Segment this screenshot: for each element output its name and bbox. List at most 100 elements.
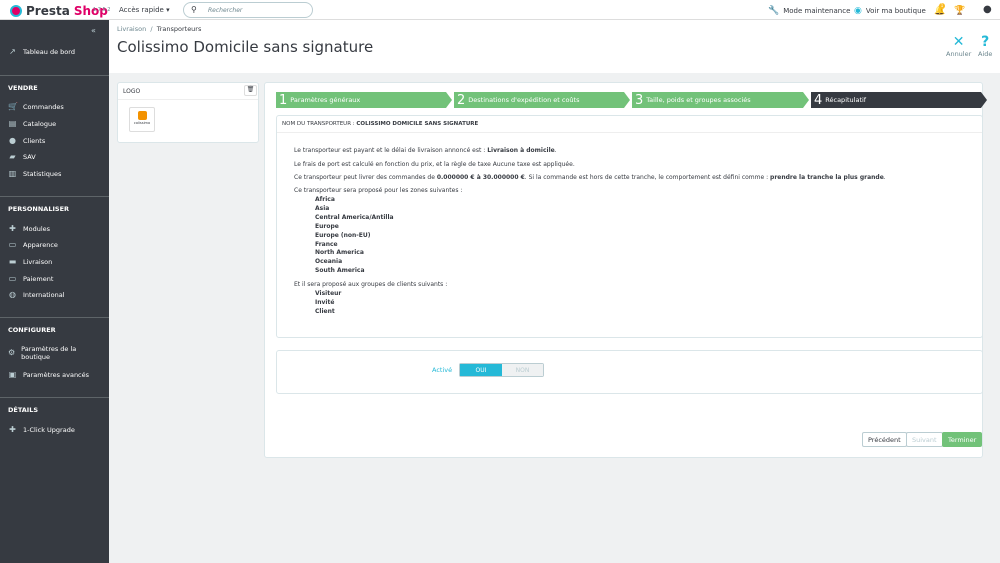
page-title: Colissimo Domicile sans signature bbox=[117, 38, 374, 56]
wrench-icon: 🔧 bbox=[768, 6, 780, 16]
maintenance-label: Mode maintenance bbox=[783, 7, 851, 15]
settings-icon: ▣ bbox=[8, 370, 17, 379]
quick-access-menu[interactable]: Accès rapide ▾ bbox=[119, 6, 170, 14]
puzzle-icon: ✚ bbox=[9, 224, 16, 233]
sidebar-label: Paramètres avancés bbox=[23, 370, 90, 379]
view-shop-link[interactable]: ◉ Voir ma boutique bbox=[854, 6, 926, 16]
step-4[interactable]: 4 Récapitulatif bbox=[811, 92, 987, 108]
search-icon: ⚲ bbox=[191, 5, 197, 14]
step-1[interactable]: 1 Paramètres généraux bbox=[276, 92, 452, 108]
sidebar-item-sav[interactable]: ▰ SAV bbox=[8, 152, 36, 161]
zone-item: North America bbox=[315, 249, 364, 257]
sidebar-item-shipping[interactable]: ▬ Livraison bbox=[8, 257, 53, 266]
text: Ce transporteur peut livrer des commande… bbox=[294, 174, 437, 181]
eye-icon: ◉ bbox=[854, 6, 862, 16]
group-item: Invité bbox=[315, 298, 335, 306]
sidebar-label: 1-Click Upgrade bbox=[23, 425, 75, 434]
user-icon: ● bbox=[9, 136, 16, 145]
zone-item: Europe bbox=[315, 222, 339, 230]
sidebar-label: Apparence bbox=[23, 240, 58, 249]
logo-panel-title: LOGO bbox=[123, 88, 141, 95]
breadcrumb-link[interactable]: Livraison bbox=[117, 25, 146, 33]
zone-item: Central America/Antilla bbox=[315, 213, 394, 221]
cancel-button[interactable]: ✕ Annuler bbox=[946, 34, 971, 58]
account-icon[interactable]: ● bbox=[983, 4, 992, 15]
step-label: Destinations d'expédition et coûts bbox=[468, 96, 580, 104]
section-title: VENDRE bbox=[8, 84, 38, 92]
sidebar-item-customers[interactable]: ● Clients bbox=[8, 136, 45, 145]
sidebar-item-advanced-params[interactable]: ▣ Paramètres avancés bbox=[8, 370, 89, 379]
trophy-icon[interactable]: 🏆 bbox=[954, 6, 965, 16]
next-button[interactable]: Suivant bbox=[906, 432, 943, 447]
divider bbox=[0, 317, 109, 318]
sidebar-label: Statistiques bbox=[23, 169, 62, 178]
notifications-button[interactable]: 🔔 1 bbox=[934, 3, 945, 16]
active-no[interactable]: NON bbox=[502, 364, 543, 376]
zones-label: Ce transporteur sera proposé pour les zo… bbox=[294, 187, 463, 194]
summary-line-2: Le frais de port est calculé en fonction… bbox=[294, 161, 575, 168]
sidebar-label: Livraison bbox=[23, 257, 53, 266]
group-item: Visiteur bbox=[315, 290, 342, 297]
page-header: Livraison / Transporteurs Colissimo Domi… bbox=[109, 20, 1000, 73]
top-bar: Presta Shop 1.7.5.2 Accès rapide ▾ ⚲ Reche… bbox=[0, 0, 1000, 20]
sidebar-label: Commandes bbox=[23, 102, 64, 111]
trend-icon: ↗ bbox=[9, 47, 16, 56]
zone-item: Asia bbox=[315, 204, 330, 212]
range: 0.000000 € à 30.000000 € bbox=[436, 174, 525, 181]
globe-icon: ◍ bbox=[9, 290, 16, 299]
out-of-range-behavior: prendre la tranche la plus grande bbox=[770, 174, 884, 181]
step-3[interactable]: 3 Taille, poids et groupes associés bbox=[632, 92, 809, 108]
section-title: DÉTAILS bbox=[8, 406, 39, 414]
sidebar-item-upgrade[interactable]: ✚ 1-Click Upgrade bbox=[8, 425, 75, 434]
sidebar-item-appearance[interactable]: ▭ Apparence bbox=[8, 240, 58, 249]
maintenance-link[interactable]: 🔧 Mode maintenance bbox=[768, 6, 850, 16]
store-icon: ▤ bbox=[8, 119, 17, 128]
groups-label: Et il sera proposé aux groupes de client… bbox=[294, 281, 448, 288]
sidebar-item-shop-params[interactable]: ⚙ Paramètres de la boutique bbox=[8, 345, 88, 361]
help-button[interactable]: ? Aide bbox=[978, 34, 992, 58]
collapse-icon[interactable]: « bbox=[91, 26, 96, 35]
sidebar-item-catalog[interactable]: ▤ Catalogue bbox=[8, 119, 56, 128]
brand: Presta bbox=[26, 4, 70, 18]
active-toggle[interactable]: OUI NON bbox=[459, 363, 544, 377]
group-item: Client bbox=[315, 307, 335, 315]
step-number: 1 bbox=[279, 92, 288, 108]
sidebar-label: Paiement bbox=[23, 274, 54, 283]
logo-panel: LOGO 🗑 colissimo bbox=[117, 82, 259, 143]
previous-button[interactable]: Précédent bbox=[862, 432, 907, 447]
zone-item: Africa bbox=[315, 196, 335, 203]
carrier-logo: colissimo bbox=[129, 107, 155, 132]
sidebar-label: Catalogue bbox=[23, 119, 57, 128]
search-input[interactable]: ⚲ Rechercher bbox=[183, 2, 313, 18]
divider bbox=[277, 132, 982, 133]
zone-item: Oceania bbox=[315, 258, 343, 266]
sidebar-item-orders[interactable]: 🛒 Commandes bbox=[8, 102, 64, 111]
delete-logo-button[interactable]: 🗑 bbox=[244, 85, 257, 96]
step-2[interactable]: 2 Destinations d'expédition et coûts bbox=[454, 92, 630, 108]
active-label: Activé bbox=[432, 366, 453, 374]
carrier-name-label: NOM DU TRANSPORTEUR : bbox=[282, 121, 357, 127]
active-yes[interactable]: OUI bbox=[460, 364, 502, 376]
sidebar-item-payment[interactable]: ▭ Paiement bbox=[8, 274, 54, 283]
sidebar-item-stats[interactable]: ▥ Statistiques bbox=[8, 169, 62, 178]
carrier-name-heading: NOM DU TRANSPORTEUR : COLISSIMO DOMICILE… bbox=[282, 121, 478, 127]
sidebar-label: Clients bbox=[23, 136, 46, 145]
desktop-icon: ▭ bbox=[8, 240, 17, 249]
sidebar-item-dashboard[interactable]: ↗ Tableau de bord bbox=[8, 47, 75, 56]
sidebar-label: SAV bbox=[23, 152, 36, 161]
breadcrumb: Livraison / Transporteurs bbox=[117, 25, 202, 33]
step-label: Paramètres généraux bbox=[290, 96, 361, 104]
sidebar-label: Modules bbox=[23, 224, 51, 233]
section-title: CONFIGURER bbox=[8, 326, 56, 334]
delay: Livraison à domicile bbox=[487, 147, 555, 154]
sidebar-item-international[interactable]: ◍ International bbox=[8, 290, 65, 299]
finish-button[interactable]: Terminer bbox=[942, 432, 983, 447]
gear-icon: ⚙ bbox=[8, 348, 16, 357]
step-label: Taille, poids et groupes associés bbox=[646, 96, 751, 104]
sidebar-item-modules[interactable]: ✚ Modules bbox=[8, 224, 50, 233]
active-panel bbox=[276, 350, 983, 394]
cart-icon: 🛒 bbox=[8, 102, 18, 111]
text: Le transporteur est payant et le délai d… bbox=[294, 147, 488, 154]
search-placeholder: Rechercher bbox=[208, 7, 243, 14]
divider bbox=[0, 397, 109, 398]
